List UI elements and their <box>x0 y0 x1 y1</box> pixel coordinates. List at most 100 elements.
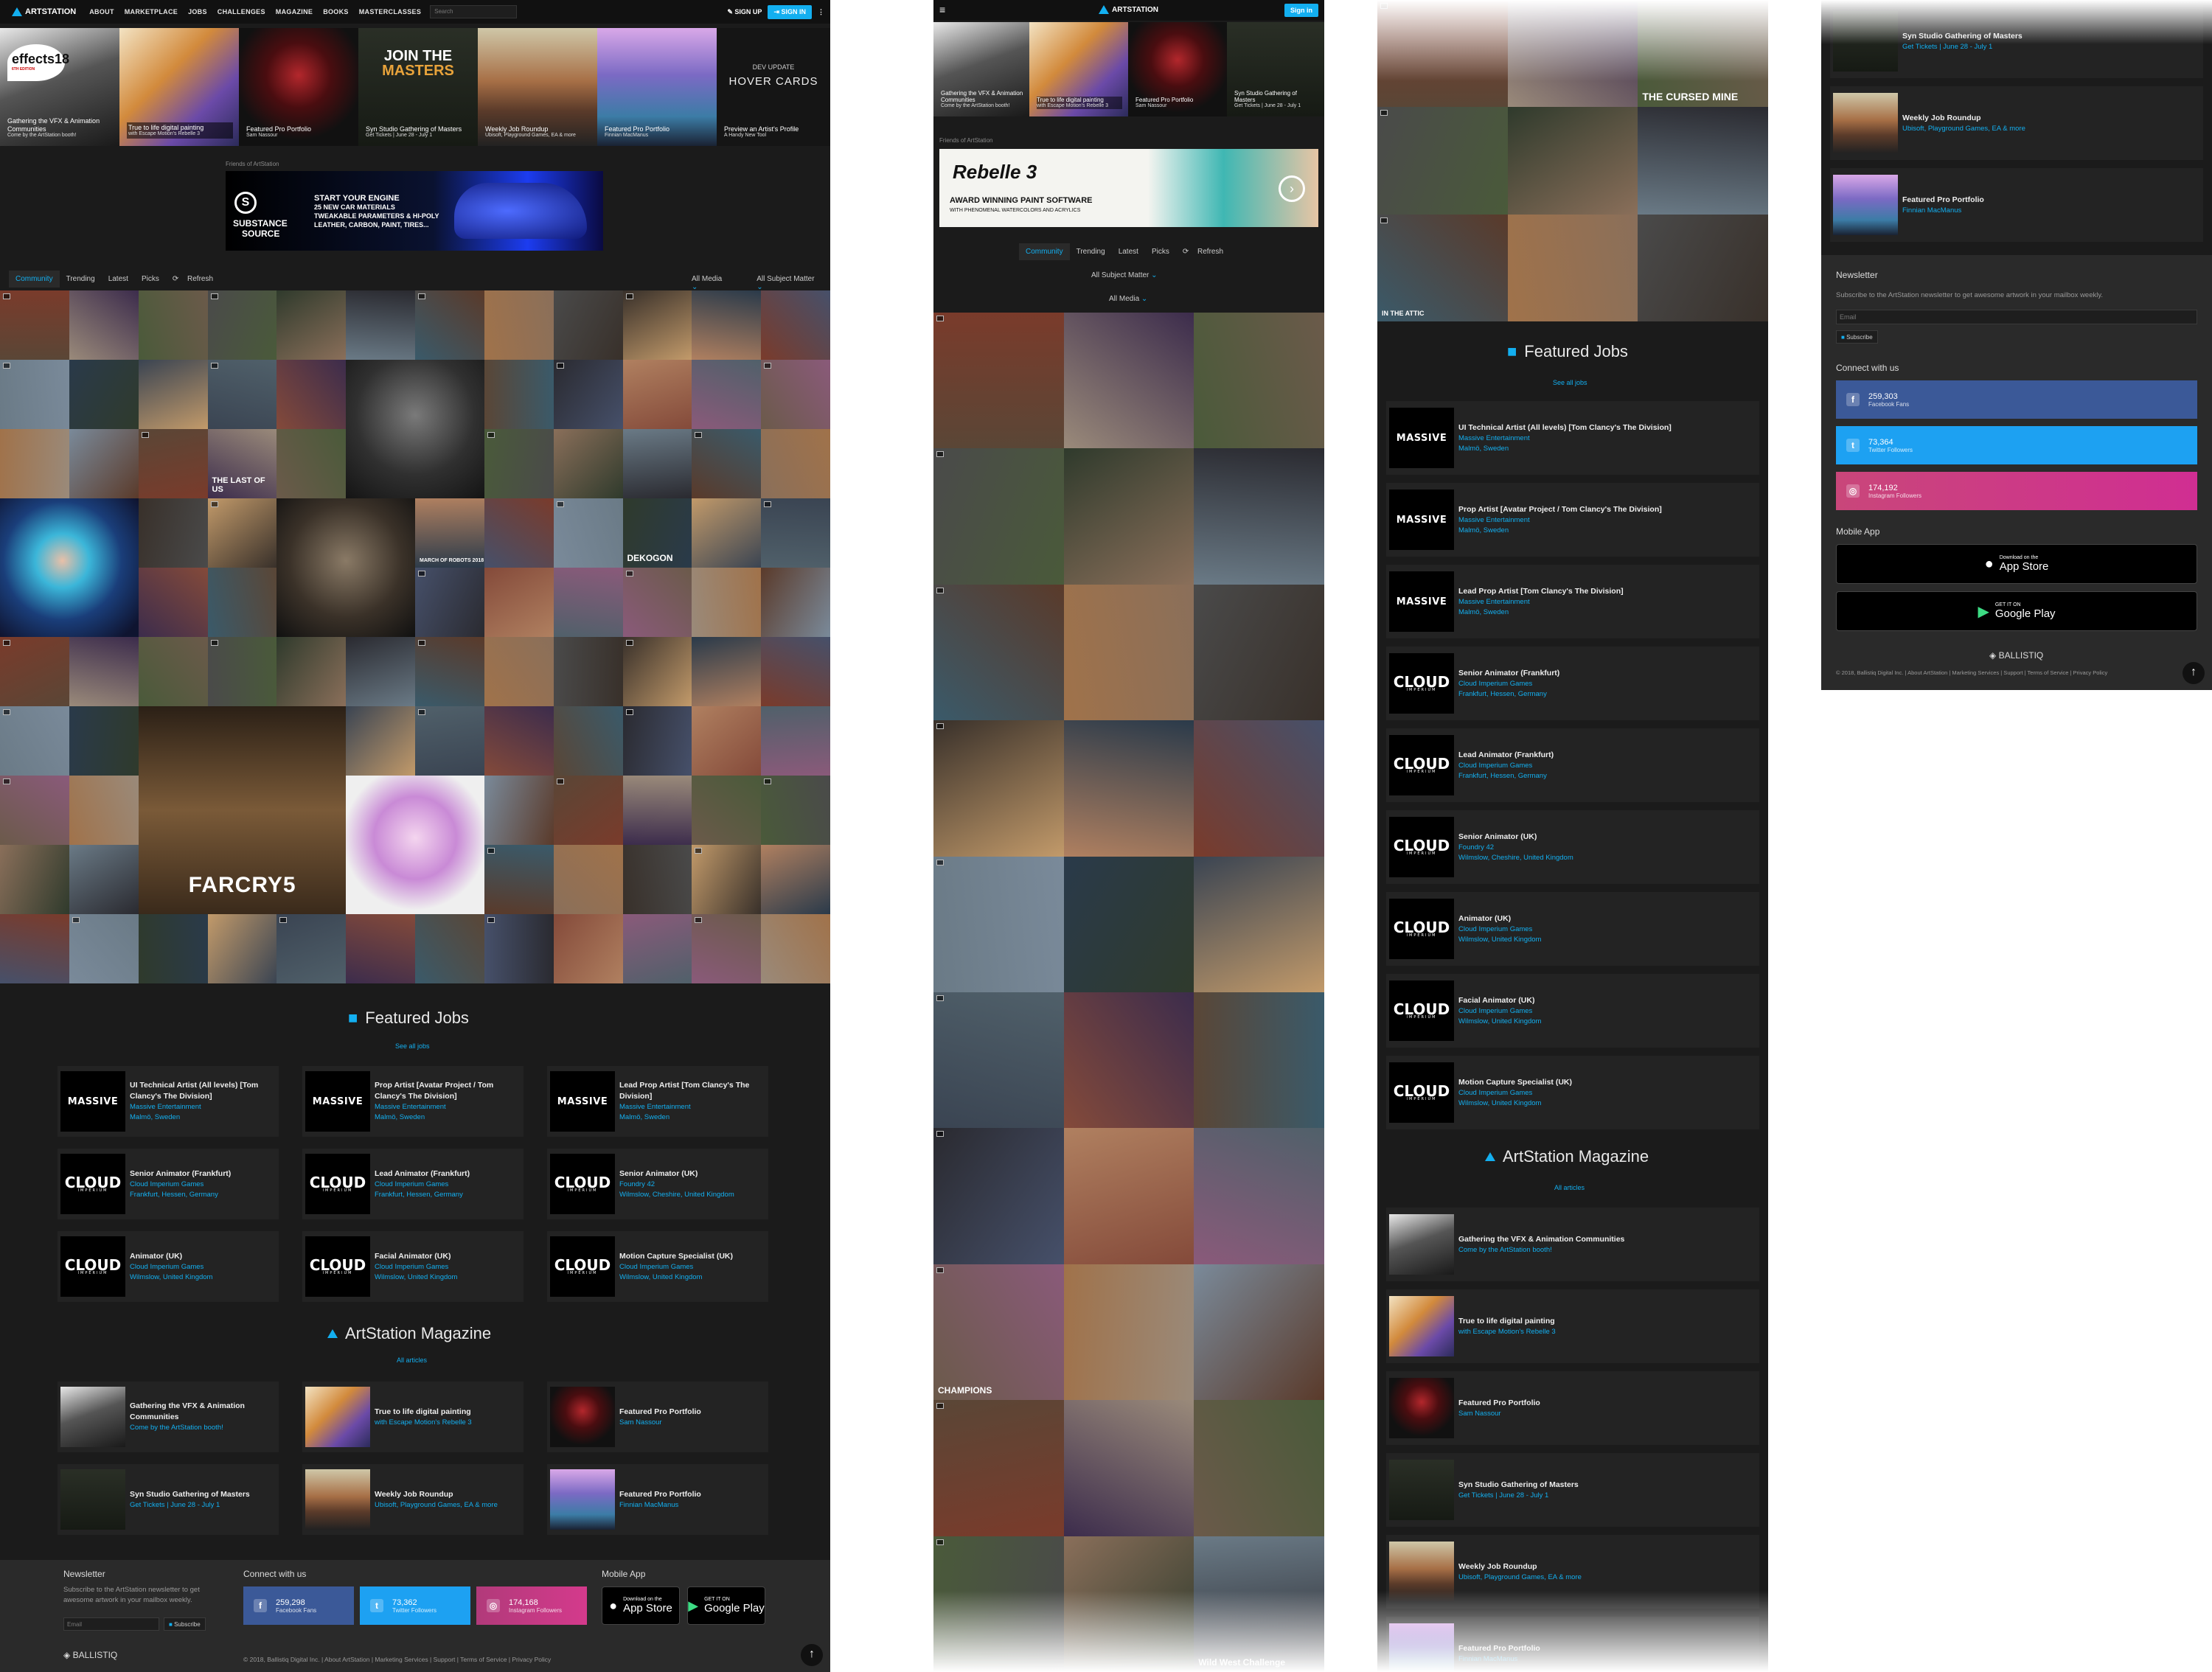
artwork-thumbnail[interactable] <box>1194 584 1324 721</box>
artwork-thumbnail[interactable] <box>761 637 830 706</box>
artwork-thumbnail[interactable] <box>761 568 830 637</box>
artwork-thumbnail[interactable] <box>761 429 830 498</box>
artwork-thumbnail[interactable] <box>1507 214 1638 321</box>
see-all-jobs-link[interactable]: See all jobs <box>1553 379 1587 386</box>
artwork-thumbnail[interactable] <box>761 498 830 568</box>
artwork-thumbnail[interactable] <box>933 992 1064 1129</box>
artwork-thumbnail[interactable] <box>207 637 277 706</box>
tab-trending[interactable]: Trending <box>1070 243 1112 260</box>
artwork-large[interactable] <box>346 360 484 498</box>
artwork-thumbnail[interactable] <box>622 637 692 706</box>
artwork-thumbnail[interactable] <box>553 914 623 983</box>
artwork-thumbnail[interactable] <box>138 568 208 637</box>
feature-tile[interactable]: Gathering the VFX & Animation Communitie… <box>933 22 1029 116</box>
artwork-thumbnail[interactable] <box>692 498 762 568</box>
artwork-thumbnail[interactable] <box>1638 107 1768 215</box>
artwork-thumbnail[interactable] <box>69 637 139 706</box>
artwork-thumbnail[interactable] <box>692 290 762 360</box>
nav-jobs[interactable]: JOBS <box>188 8 207 15</box>
artwork-thumbnail[interactable] <box>553 360 623 429</box>
artwork-thumbnail[interactable] <box>276 429 347 498</box>
artwork-thumbnail[interactable] <box>484 706 554 776</box>
artwork-thumbnail[interactable] <box>692 429 762 498</box>
facebook-link[interactable]: f 259,303 Facebook Fans <box>1836 380 2197 419</box>
hamburger-icon[interactable]: ≡ <box>939 4 945 15</box>
artwork-thumbnail[interactable] <box>207 498 277 568</box>
artwork-thumbnail[interactable] <box>622 429 692 498</box>
twitter-link[interactable]: t 73,362 Twitter Followers <box>360 1586 470 1625</box>
artwork-thumbnail[interactable] <box>761 914 830 983</box>
artwork-thumbnail[interactable] <box>69 776 139 845</box>
artwork-thumbnail[interactable] <box>553 429 623 498</box>
feature-tile[interactable]: Weekly Job Roundup Ubisoft, Playground Ga… <box>478 28 597 146</box>
artwork-thumbnail[interactable] <box>69 914 139 983</box>
rebelle-ad-banner[interactable]: Rebelle 3 AWARD WINNING PAINT SOFTWARE W… <box>939 149 1318 227</box>
artwork-thumbnail[interactable] <box>761 776 830 845</box>
article-card[interactable]: Featured Pro PortfolioFinnian MacManus <box>1830 168 2203 242</box>
artwork-thumbnail[interactable] <box>761 360 830 429</box>
artwork-thumbnail[interactable] <box>933 856 1064 992</box>
artwork-thumbnail[interactable] <box>692 637 762 706</box>
artwork-thumbnail[interactable] <box>933 1128 1064 1264</box>
twitter-link[interactable]: t 73,364 Twitter Followers <box>1836 426 2197 464</box>
artstation-logo[interactable]: ARTSTATION <box>1099 5 1158 14</box>
artwork-thumbnail[interactable] <box>1063 584 1194 721</box>
artwork-thumbnail[interactable] <box>933 720 1064 857</box>
email-field[interactable]: Email <box>1836 310 2197 324</box>
feature-tile[interactable]: effects18 6TH EDITION Gathering the VFX &… <box>0 28 119 146</box>
artwork-thumbnail[interactable] <box>346 637 415 706</box>
article-card[interactable]: True to life digital painting with Escape… <box>1386 1289 1759 1363</box>
artwork-thumbnail[interactable] <box>207 568 277 637</box>
artwork-thumbnail[interactable] <box>553 290 623 360</box>
artwork-thumbnail[interactable] <box>622 568 692 637</box>
artwork-thumbnail[interactable] <box>0 845 69 914</box>
feature-tile[interactable]: Featured Pro Portfolio Finnian MacManus <box>597 28 717 146</box>
job-card[interactable]: MASSIVE UI Technical Artist (All levels) … <box>58 1066 279 1137</box>
artwork-thumbnail[interactable] <box>207 914 277 983</box>
ballistiq-logo[interactable]: ◈ BALLISTIQ <box>63 1650 117 1660</box>
nav-magazine[interactable]: MAGAZINE <box>276 8 313 15</box>
artwork-thumbnail[interactable] <box>692 568 762 637</box>
artwork-large[interactable] <box>0 498 139 637</box>
job-card[interactable]: CLOUD IMPERIUM Senior Animator (Frankfurt)… <box>58 1149 279 1219</box>
see-all-jobs-link[interactable]: See all jobs <box>395 1042 430 1050</box>
artwork-large[interactable] <box>346 776 484 914</box>
ballistiq-logo[interactable]: ◈ BALLISTIQ <box>1989 650 2043 661</box>
job-card[interactable]: MASSIVE UI Technical Artist (All levels) … <box>1386 401 1759 475</box>
back-to-top-button[interactable]: ↑ <box>2183 662 2205 684</box>
artwork-thumbnail[interactable] <box>138 360 208 429</box>
nav-books[interactable]: BOOKS <box>323 8 349 15</box>
article-card[interactable]: Featured Pro PortfolioFinnian MacManus <box>547 1464 768 1535</box>
facebook-link[interactable]: f 259,298 Facebook Fans <box>243 1586 354 1625</box>
subscribe-button[interactable]: ■ Subscribe <box>1836 330 1878 344</box>
artwork-thumbnail[interactable] <box>933 313 1064 449</box>
job-card[interactable]: CLOUD IMPERIUM Facial Animator (UK) Cloud I… <box>302 1231 524 1302</box>
job-card[interactable]: CLOUD IMPERIUM Motion Capture Specialist (… <box>547 1231 768 1302</box>
artwork-thumbnail[interactable] <box>1194 1400 1324 1536</box>
artwork-thumbnail[interactable] <box>761 845 830 914</box>
google-play-button[interactable]: ▶ GET IT ON Google Play <box>1836 591 2197 631</box>
nav-about[interactable]: ABOUT <box>89 8 114 15</box>
artwork-thumbnail[interactable] <box>138 914 208 983</box>
artwork-thumbnail[interactable] <box>69 360 139 429</box>
nav-masterclasses[interactable]: MASTERCLASSES <box>359 8 421 15</box>
article-card[interactable]: Weekly Job Roundup Ubisoft, Playground Ga… <box>1830 86 2203 160</box>
artwork-thumbnail[interactable] <box>138 498 208 568</box>
tab-refresh[interactable]: ⟳ Refresh <box>1176 243 1237 260</box>
artwork-large[interactable]: FARCRY5 <box>138 706 347 914</box>
artwork-thumbnail[interactable] <box>0 914 69 983</box>
media-filter-dropdown[interactable]: All Media ⌄ <box>1109 295 1147 303</box>
artwork-thumbnail[interactable] <box>415 637 484 706</box>
artwork-thumbnail[interactable] <box>484 845 554 914</box>
artwork-thumbnail[interactable] <box>207 290 277 360</box>
article-card[interactable]: Syn Studio Gathering of Masters Get Ticke… <box>1386 1453 1759 1527</box>
artwork-thumbnail[interactable] <box>415 568 484 637</box>
artwork-thumbnail[interactable] <box>622 706 692 776</box>
feature-tile[interactable]: Syn Studio Gathering of Masters Get Ticke… <box>1227 22 1324 116</box>
artwork-thumbnail[interactable] <box>1194 1128 1324 1264</box>
tab-picks[interactable]: Picks <box>1145 243 1176 260</box>
artwork-thumbnail[interactable] <box>0 290 69 360</box>
artwork-thumbnail[interactable] <box>0 360 69 429</box>
job-card[interactable]: CLOUD IMPERIUM Lead Animator (Frankfurt) Cl… <box>1386 728 1759 802</box>
artwork-thumbnail[interactable] <box>553 637 623 706</box>
